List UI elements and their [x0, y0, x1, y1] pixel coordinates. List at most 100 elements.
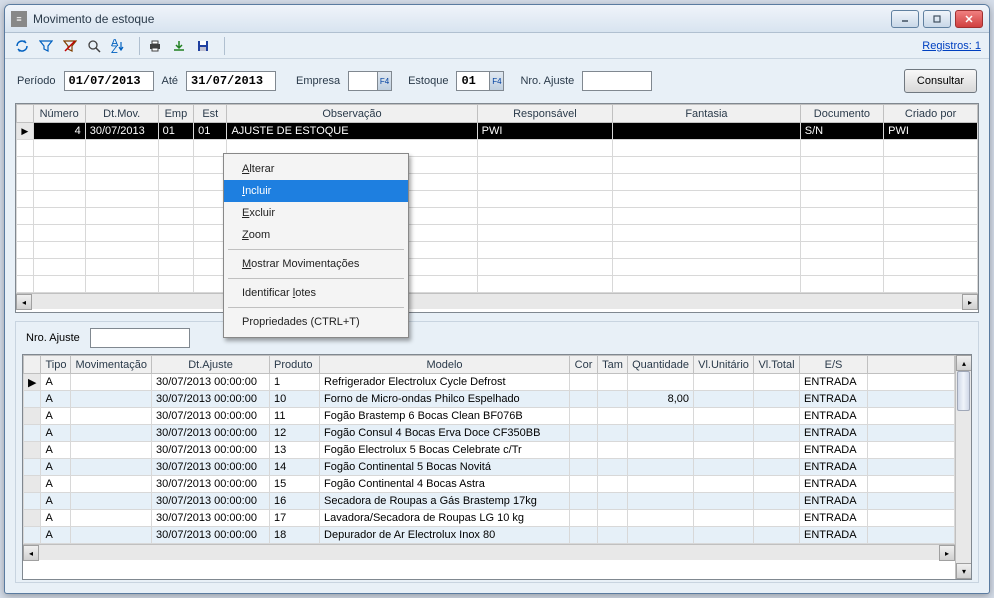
ctx-propriedades[interactable]: Propriedades (CTRL+T) — [224, 311, 408, 333]
cell-modelo: Depurador de Ar Electrolux Inox 80 — [320, 527, 570, 544]
table-row[interactable]: A30/07/2013 00:00:0012Fogão Consul 4 Boc… — [24, 425, 955, 442]
sort-icon[interactable]: AZ — [109, 37, 127, 55]
maximize-button[interactable] — [923, 10, 951, 28]
table-row[interactable]: ▶ 4 30/07/2013 01 01 AJUSTE DE ESTOQUE P… — [17, 123, 978, 140]
cell-vltotal — [754, 510, 800, 527]
table-row[interactable] — [17, 259, 978, 276]
refresh-icon[interactable] — [13, 37, 31, 55]
nro-ajuste-label: Nro. Ajuste — [520, 75, 574, 87]
cell-vltotal — [754, 442, 800, 459]
table-row[interactable] — [17, 140, 978, 157]
ate-label: Até — [162, 75, 179, 87]
table-row[interactable]: A30/07/2013 00:00:0014Fogão Continental … — [24, 459, 955, 476]
col-numero[interactable]: Número — [33, 105, 85, 123]
close-button[interactable] — [955, 10, 983, 28]
col-criadopor[interactable]: Criado por — [884, 105, 978, 123]
col-quantidade[interactable]: Quantidade — [628, 356, 694, 374]
cell-tipo: A — [41, 510, 71, 527]
lower-nro-ajuste-input[interactable] — [90, 328, 190, 348]
periodo-end-input[interactable] — [186, 71, 276, 91]
table-row[interactable] — [17, 225, 978, 242]
cell-cor — [570, 476, 598, 493]
filter-icon[interactable] — [37, 37, 55, 55]
scroll-down-icon[interactable]: ▾ — [956, 563, 972, 579]
col-modelo[interactable]: Modelo — [320, 356, 570, 374]
table-row[interactable] — [17, 276, 978, 293]
scroll-left-icon[interactable]: ◂ — [16, 294, 32, 310]
col-es[interactable]: E/S — [800, 356, 868, 374]
save-icon[interactable] — [194, 37, 212, 55]
minimize-button[interactable] — [891, 10, 919, 28]
scroll-thumb[interactable] — [957, 371, 970, 411]
scroll-left-icon[interactable]: ◂ — [23, 545, 39, 561]
scroll-right-icon[interactable]: ▸ — [939, 545, 955, 561]
ctx-excluir[interactable]: Excluir — [224, 202, 408, 224]
table-row[interactable]: A30/07/2013 00:00:0010Forno de Micro-ond… — [24, 391, 955, 408]
row-indicator-icon: ▶ — [17, 123, 34, 140]
col-vlunitario[interactable]: Vl.Unitário — [694, 356, 754, 374]
cell-movimentacao — [71, 510, 152, 527]
estoque-lookup-icon[interactable]: F4 — [490, 71, 504, 91]
empresa-lookup-icon[interactable]: F4 — [378, 71, 392, 91]
table-row[interactable] — [17, 242, 978, 259]
col-dtajuste[interactable]: Dt.Ajuste — [152, 356, 270, 374]
row-indicator-icon — [24, 527, 41, 544]
detail-hscrollbar[interactable]: ◂ ▸ — [23, 544, 955, 560]
svg-text:Z: Z — [111, 44, 118, 53]
consultar-button[interactable]: Consultar — [904, 69, 977, 93]
table-row[interactable]: A30/07/2013 00:00:0013Fogão Electrolux 5… — [24, 442, 955, 459]
estoque-input[interactable] — [456, 71, 490, 91]
cell-quantidade — [628, 408, 694, 425]
nro-ajuste-input[interactable] — [582, 71, 652, 91]
scroll-right-icon[interactable]: ▸ — [962, 294, 978, 310]
table-row[interactable]: A30/07/2013 00:00:0011Fogão Brastemp 6 B… — [24, 408, 955, 425]
cell-es: ENTRADA — [800, 476, 868, 493]
ctx-zoom[interactable]: Zoom — [224, 224, 408, 246]
table-row[interactable]: A30/07/2013 00:00:0018Depurador de Ar El… — [24, 527, 955, 544]
col-cor[interactable]: Cor — [570, 356, 598, 374]
col-observacao[interactable]: Observação — [227, 105, 477, 123]
table-row[interactable]: A30/07/2013 00:00:0016Secadora de Roupas… — [24, 493, 955, 510]
col-dtmov[interactable]: Dt.Mov. — [85, 105, 158, 123]
cell-responsavel: PWI — [477, 123, 613, 140]
table-row[interactable] — [17, 208, 978, 225]
col-movimentacao[interactable]: Movimentação — [71, 356, 152, 374]
cell-cor — [570, 391, 598, 408]
col-produto[interactable]: Produto — [270, 356, 320, 374]
table-row[interactable] — [17, 191, 978, 208]
periodo-start-input[interactable] — [64, 71, 154, 91]
col-tipo[interactable]: Tipo — [41, 356, 71, 374]
export-icon[interactable] — [170, 37, 188, 55]
col-responsavel[interactable]: Responsável — [477, 105, 613, 123]
records-link[interactable]: Registros: 1 — [922, 40, 981, 52]
cell-tipo: A — [41, 476, 71, 493]
col-est[interactable]: Est — [194, 105, 227, 123]
filter-remove-icon[interactable] — [61, 37, 79, 55]
scroll-up-icon[interactable]: ▴ — [956, 355, 972, 371]
ctx-alterar[interactable]: Alterar — [224, 158, 408, 180]
col-documento[interactable]: Documento — [800, 105, 883, 123]
ctx-identificar-lotes[interactable]: Identificar lotes — [224, 282, 408, 304]
row-indicator-icon — [24, 510, 41, 527]
col-emp[interactable]: Emp — [158, 105, 193, 123]
detail-grid-header: Tipo Movimentação Dt.Ajuste Produto Mode… — [24, 356, 955, 374]
detail-vscrollbar[interactable]: ▴ ▾ — [955, 355, 971, 579]
table-row[interactable]: ▶A30/07/2013 00:00:001Refrigerador Elect… — [24, 374, 955, 391]
empresa-label: Empresa — [296, 75, 340, 87]
row-indicator-icon — [24, 391, 41, 408]
print-icon[interactable] — [146, 37, 164, 55]
col-tam[interactable]: Tam — [598, 356, 628, 374]
separator — [139, 37, 140, 55]
table-row[interactable]: A30/07/2013 00:00:0015Fogão Continental … — [24, 476, 955, 493]
hscrollbar[interactable]: ◂ ▸ — [16, 293, 978, 309]
ctx-incluir[interactable]: Incluir — [224, 180, 408, 202]
table-row[interactable]: A30/07/2013 00:00:0017Lavadora/Secadora … — [24, 510, 955, 527]
col-vltotal[interactable]: Vl.Total — [754, 356, 800, 374]
empresa-input[interactable] — [348, 71, 378, 91]
col-fantasia[interactable]: Fantasia — [613, 105, 801, 123]
table-row[interactable] — [17, 157, 978, 174]
cell-fantasia — [613, 123, 801, 140]
ctx-mostrar-movimentacoes[interactable]: Mostrar Movimentações — [224, 253, 408, 275]
table-row[interactable] — [17, 174, 978, 191]
search-icon[interactable] — [85, 37, 103, 55]
